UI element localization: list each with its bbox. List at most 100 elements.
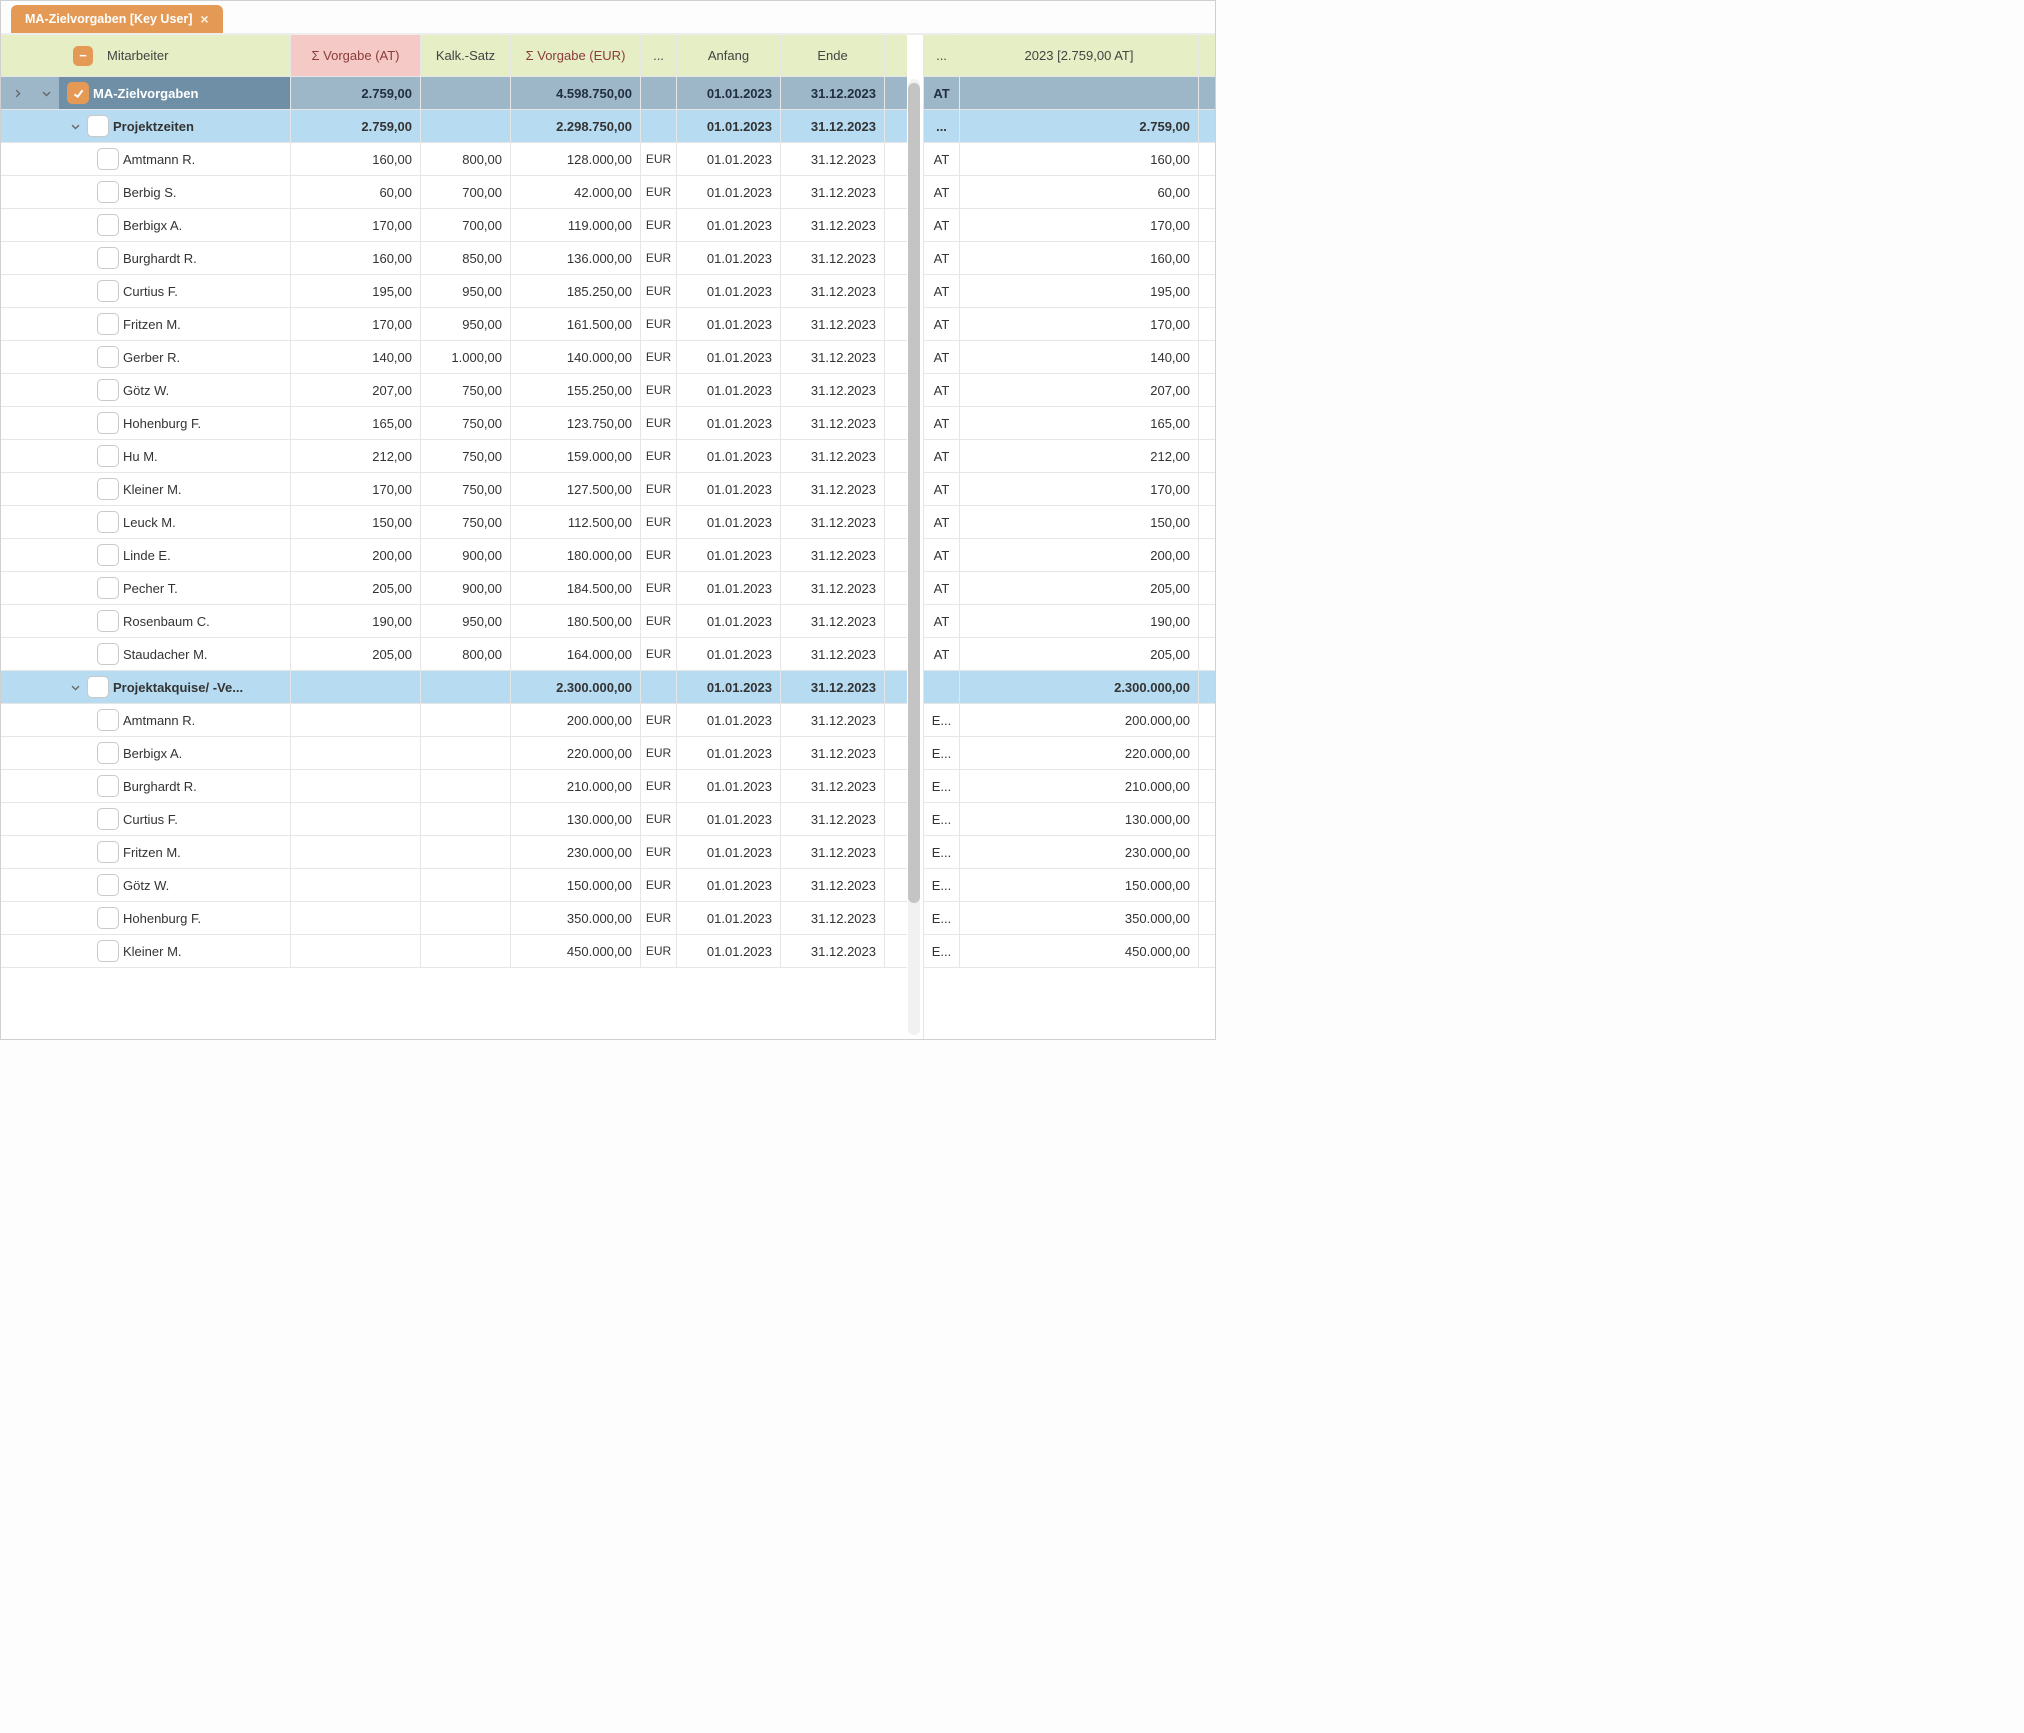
checkbox-icon[interactable] — [97, 379, 119, 401]
scrollbar-track[interactable] — [908, 79, 920, 1035]
right-row[interactable]: E...210.000,00 — [924, 770, 1215, 803]
checkbox-icon[interactable] — [97, 181, 119, 203]
data-row[interactable]: Gerber R.140,001.000,00140.000,00EUR01.0… — [1, 341, 923, 374]
right-row[interactable]: E...350.000,00 — [924, 902, 1215, 935]
group-row[interactable]: Projektakquise/ -Ve...2.300.000,0001.01.… — [1, 671, 923, 704]
data-row[interactable]: Burghardt R.160,00850,00136.000,00EUR01.… — [1, 242, 923, 275]
right-row[interactable]: E...450.000,00 — [924, 935, 1215, 968]
checkbox-icon[interactable] — [97, 247, 119, 269]
right-row[interactable]: AT170,00 — [924, 473, 1215, 506]
right-total-row[interactable]: AT — [924, 77, 1215, 110]
right-row[interactable]: 2.300.000,00 — [924, 671, 1215, 704]
right-row[interactable]: AT205,00 — [924, 572, 1215, 605]
checkbox-icon[interactable] — [97, 610, 119, 632]
checkbox-icon[interactable] — [97, 841, 119, 863]
right-row[interactable]: AT160,00 — [924, 242, 1215, 275]
chevron-down-icon[interactable] — [41, 85, 52, 101]
data-row[interactable]: Hohenburg F.350.000,00EUR01.01.202331.12… — [1, 902, 923, 935]
right-row[interactable]: AT165,00 — [924, 407, 1215, 440]
checkbox-icon[interactable] — [97, 511, 119, 533]
checkbox-icon[interactable] — [97, 148, 119, 170]
right-row[interactable]: E...130.000,00 — [924, 803, 1215, 836]
right-row[interactable]: AT60,00 — [924, 176, 1215, 209]
right-row[interactable]: AT150,00 — [924, 506, 1215, 539]
scrollbar-thumb[interactable] — [908, 83, 920, 903]
col-right-unit[interactable]: ... — [924, 35, 960, 77]
col-vorgabe-eur[interactable]: Σ Vorgabe (EUR) — [511, 35, 641, 77]
right-row[interactable]: AT200,00 — [924, 539, 1215, 572]
checkbox-icon[interactable] — [97, 874, 119, 896]
right-row[interactable]: AT140,00 — [924, 341, 1215, 374]
checkbox-icon[interactable] — [87, 115, 109, 137]
data-row[interactable]: Hohenburg F.165,00750,00123.750,00EUR01.… — [1, 407, 923, 440]
chevron-down-icon[interactable] — [67, 679, 83, 695]
chevron-right-icon[interactable] — [9, 85, 25, 101]
right-row[interactable]: AT160,00 — [924, 143, 1215, 176]
checkbox-icon[interactable] — [97, 709, 119, 731]
checkbox-icon[interactable] — [97, 907, 119, 929]
data-row[interactable]: Rosenbaum C.190,00950,00180.500,00EUR01.… — [1, 605, 923, 638]
data-row[interactable]: Leuck M.150,00750,00112.500,00EUR01.01.2… — [1, 506, 923, 539]
data-row[interactable]: Götz W.207,00750,00155.250,00EUR01.01.20… — [1, 374, 923, 407]
data-row[interactable]: Amtmann R.200.000,00EUR01.01.202331.12.2… — [1, 704, 923, 737]
col-kalk-satz[interactable]: Kalk.-Satz — [421, 35, 511, 77]
checkbox-icon[interactable] — [97, 412, 119, 434]
col-anfang[interactable]: Anfang — [677, 35, 781, 77]
data-row[interactable]: Burghardt R.210.000,00EUR01.01.202331.12… — [1, 770, 923, 803]
tab-ma-zielvorgaben[interactable]: MA-Zielvorgaben [Key User] × — [11, 5, 223, 33]
checkbox-icon[interactable] — [67, 82, 89, 104]
data-row[interactable]: Linde E.200,00900,00180.000,00EUR01.01.2… — [1, 539, 923, 572]
right-row[interactable]: AT205,00 — [924, 638, 1215, 671]
data-row[interactable]: Hu M.212,00750,00159.000,00EUR01.01.2023… — [1, 440, 923, 473]
data-row[interactable]: Berbigx A.220.000,00EUR01.01.202331.12.2… — [1, 737, 923, 770]
data-row[interactable]: Berbigx A.170,00700,00119.000,00EUR01.01… — [1, 209, 923, 242]
data-row[interactable]: Kleiner M.170,00750,00127.500,00EUR01.01… — [1, 473, 923, 506]
right-row[interactable]: AT170,00 — [924, 308, 1215, 341]
col-ende[interactable]: Ende — [781, 35, 885, 77]
checkbox-icon[interactable] — [97, 742, 119, 764]
right-row[interactable]: ...2.759,00 — [924, 110, 1215, 143]
collapse-all-icon[interactable]: − — [73, 46, 93, 66]
left-grid-body[interactable]: MA-Zielvorgaben2.759,004.598.750,0001.01… — [1, 77, 923, 1039]
data-row[interactable]: Curtius F.195,00950,00185.250,00EUR01.01… — [1, 275, 923, 308]
col-vorgabe-at[interactable]: Σ Vorgabe (AT) — [291, 35, 421, 77]
checkbox-icon[interactable] — [97, 214, 119, 236]
right-row[interactable]: E...150.000,00 — [924, 869, 1215, 902]
right-row[interactable]: AT212,00 — [924, 440, 1215, 473]
right-row[interactable]: AT190,00 — [924, 605, 1215, 638]
checkbox-icon[interactable] — [97, 775, 119, 797]
data-row[interactable]: Kleiner M.450.000,00EUR01.01.202331.12.2… — [1, 935, 923, 968]
right-grid-body[interactable]: AT...2.759,00AT160,00AT60,00AT170,00AT16… — [924, 77, 1215, 1039]
checkbox-icon[interactable] — [97, 346, 119, 368]
data-row[interactable]: Curtius F.130.000,00EUR01.01.202331.12.2… — [1, 803, 923, 836]
checkbox-icon[interactable] — [97, 940, 119, 962]
close-icon[interactable]: × — [200, 11, 208, 27]
checkbox-icon[interactable] — [87, 676, 109, 698]
right-row[interactable]: E...220.000,00 — [924, 737, 1215, 770]
chevron-down-icon[interactable] — [67, 118, 83, 134]
checkbox-icon[interactable] — [97, 643, 119, 665]
checkbox-icon[interactable] — [97, 478, 119, 500]
checkbox-icon[interactable] — [97, 313, 119, 335]
data-row[interactable]: Götz W.150.000,00EUR01.01.202331.12.2023 — [1, 869, 923, 902]
data-row[interactable]: Fritzen M.230.000,00EUR01.01.202331.12.2… — [1, 836, 923, 869]
col-unit[interactable]: ... — [641, 35, 677, 77]
data-row[interactable]: Staudacher M.205,00800,00164.000,00EUR01… — [1, 638, 923, 671]
total-row[interactable]: MA-Zielvorgaben2.759,004.598.750,0001.01… — [1, 77, 923, 110]
right-row[interactable]: AT195,00 — [924, 275, 1215, 308]
checkbox-icon[interactable] — [97, 445, 119, 467]
checkbox-icon[interactable] — [97, 544, 119, 566]
checkbox-icon[interactable] — [97, 808, 119, 830]
data-row[interactable]: Amtmann R.160,00800,00128.000,00EUR01.01… — [1, 143, 923, 176]
right-row[interactable]: E...200.000,00 — [924, 704, 1215, 737]
right-row[interactable]: E...230.000,00 — [924, 836, 1215, 869]
col-right-year[interactable]: 2023 [2.759,00 AT] — [960, 35, 1199, 77]
checkbox-icon[interactable] — [97, 577, 119, 599]
group-row[interactable]: Projektzeiten2.759,002.298.750,0001.01.2… — [1, 110, 923, 143]
right-row[interactable]: AT207,00 — [924, 374, 1215, 407]
col-mitarbeiter[interactable]: − Mitarbeiter — [59, 35, 291, 77]
data-row[interactable]: Pecher T.205,00900,00184.500,00EUR01.01.… — [1, 572, 923, 605]
checkbox-icon[interactable] — [97, 280, 119, 302]
right-row[interactable]: AT170,00 — [924, 209, 1215, 242]
data-row[interactable]: Berbig S.60,00700,0042.000,00EUR01.01.20… — [1, 176, 923, 209]
